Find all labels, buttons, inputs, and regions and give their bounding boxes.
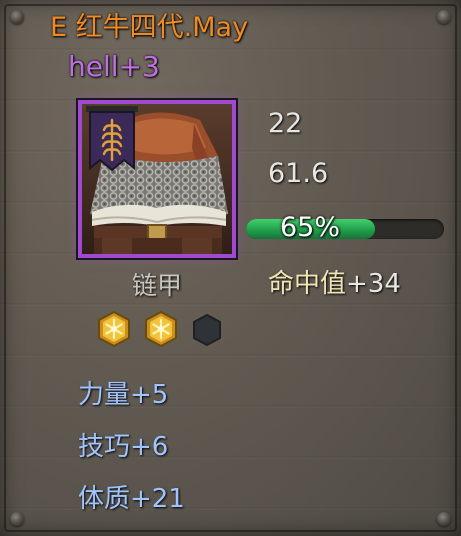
attribute-strength: 力量+5 [78, 380, 169, 410]
gold-hexagon-gem-icon[interactable] [143, 310, 179, 348]
rivet-icon [437, 10, 451, 24]
gold-hexagon-gem-icon[interactable] [96, 310, 132, 348]
stat-value-2: 61.6 [268, 158, 329, 189]
enhance-level: hell+3 [68, 50, 160, 83]
rivet-icon [10, 512, 24, 526]
rivet-icon [10, 10, 24, 24]
item-title: E 红牛四代.May [50, 12, 249, 43]
durability-bar [246, 219, 444, 239]
durability-percent: 65% [280, 212, 341, 243]
attribute-constitution: 体质+21 [78, 484, 185, 514]
stat-value-1: 22 [268, 108, 303, 139]
item-icon-frame[interactable] [78, 100, 236, 258]
empty-hexagon-socket-icon[interactable] [191, 313, 223, 347]
rivet-icon [437, 512, 451, 526]
hit-stat: 命中值+34 [268, 263, 401, 300]
hit-stat-value: +34 [346, 269, 401, 299]
item-name: 链甲 [131, 271, 182, 300]
attribute-dexterity: 技巧+6 [78, 432, 169, 462]
chain-mail-armor-with-banner-icon [82, 104, 232, 254]
item-tooltip-panel: E 红牛四代.May hell+3 链甲 22 61.6 65% 命中值+34 … [0, 0, 461, 536]
hit-stat-label: 命中值 [268, 269, 347, 299]
